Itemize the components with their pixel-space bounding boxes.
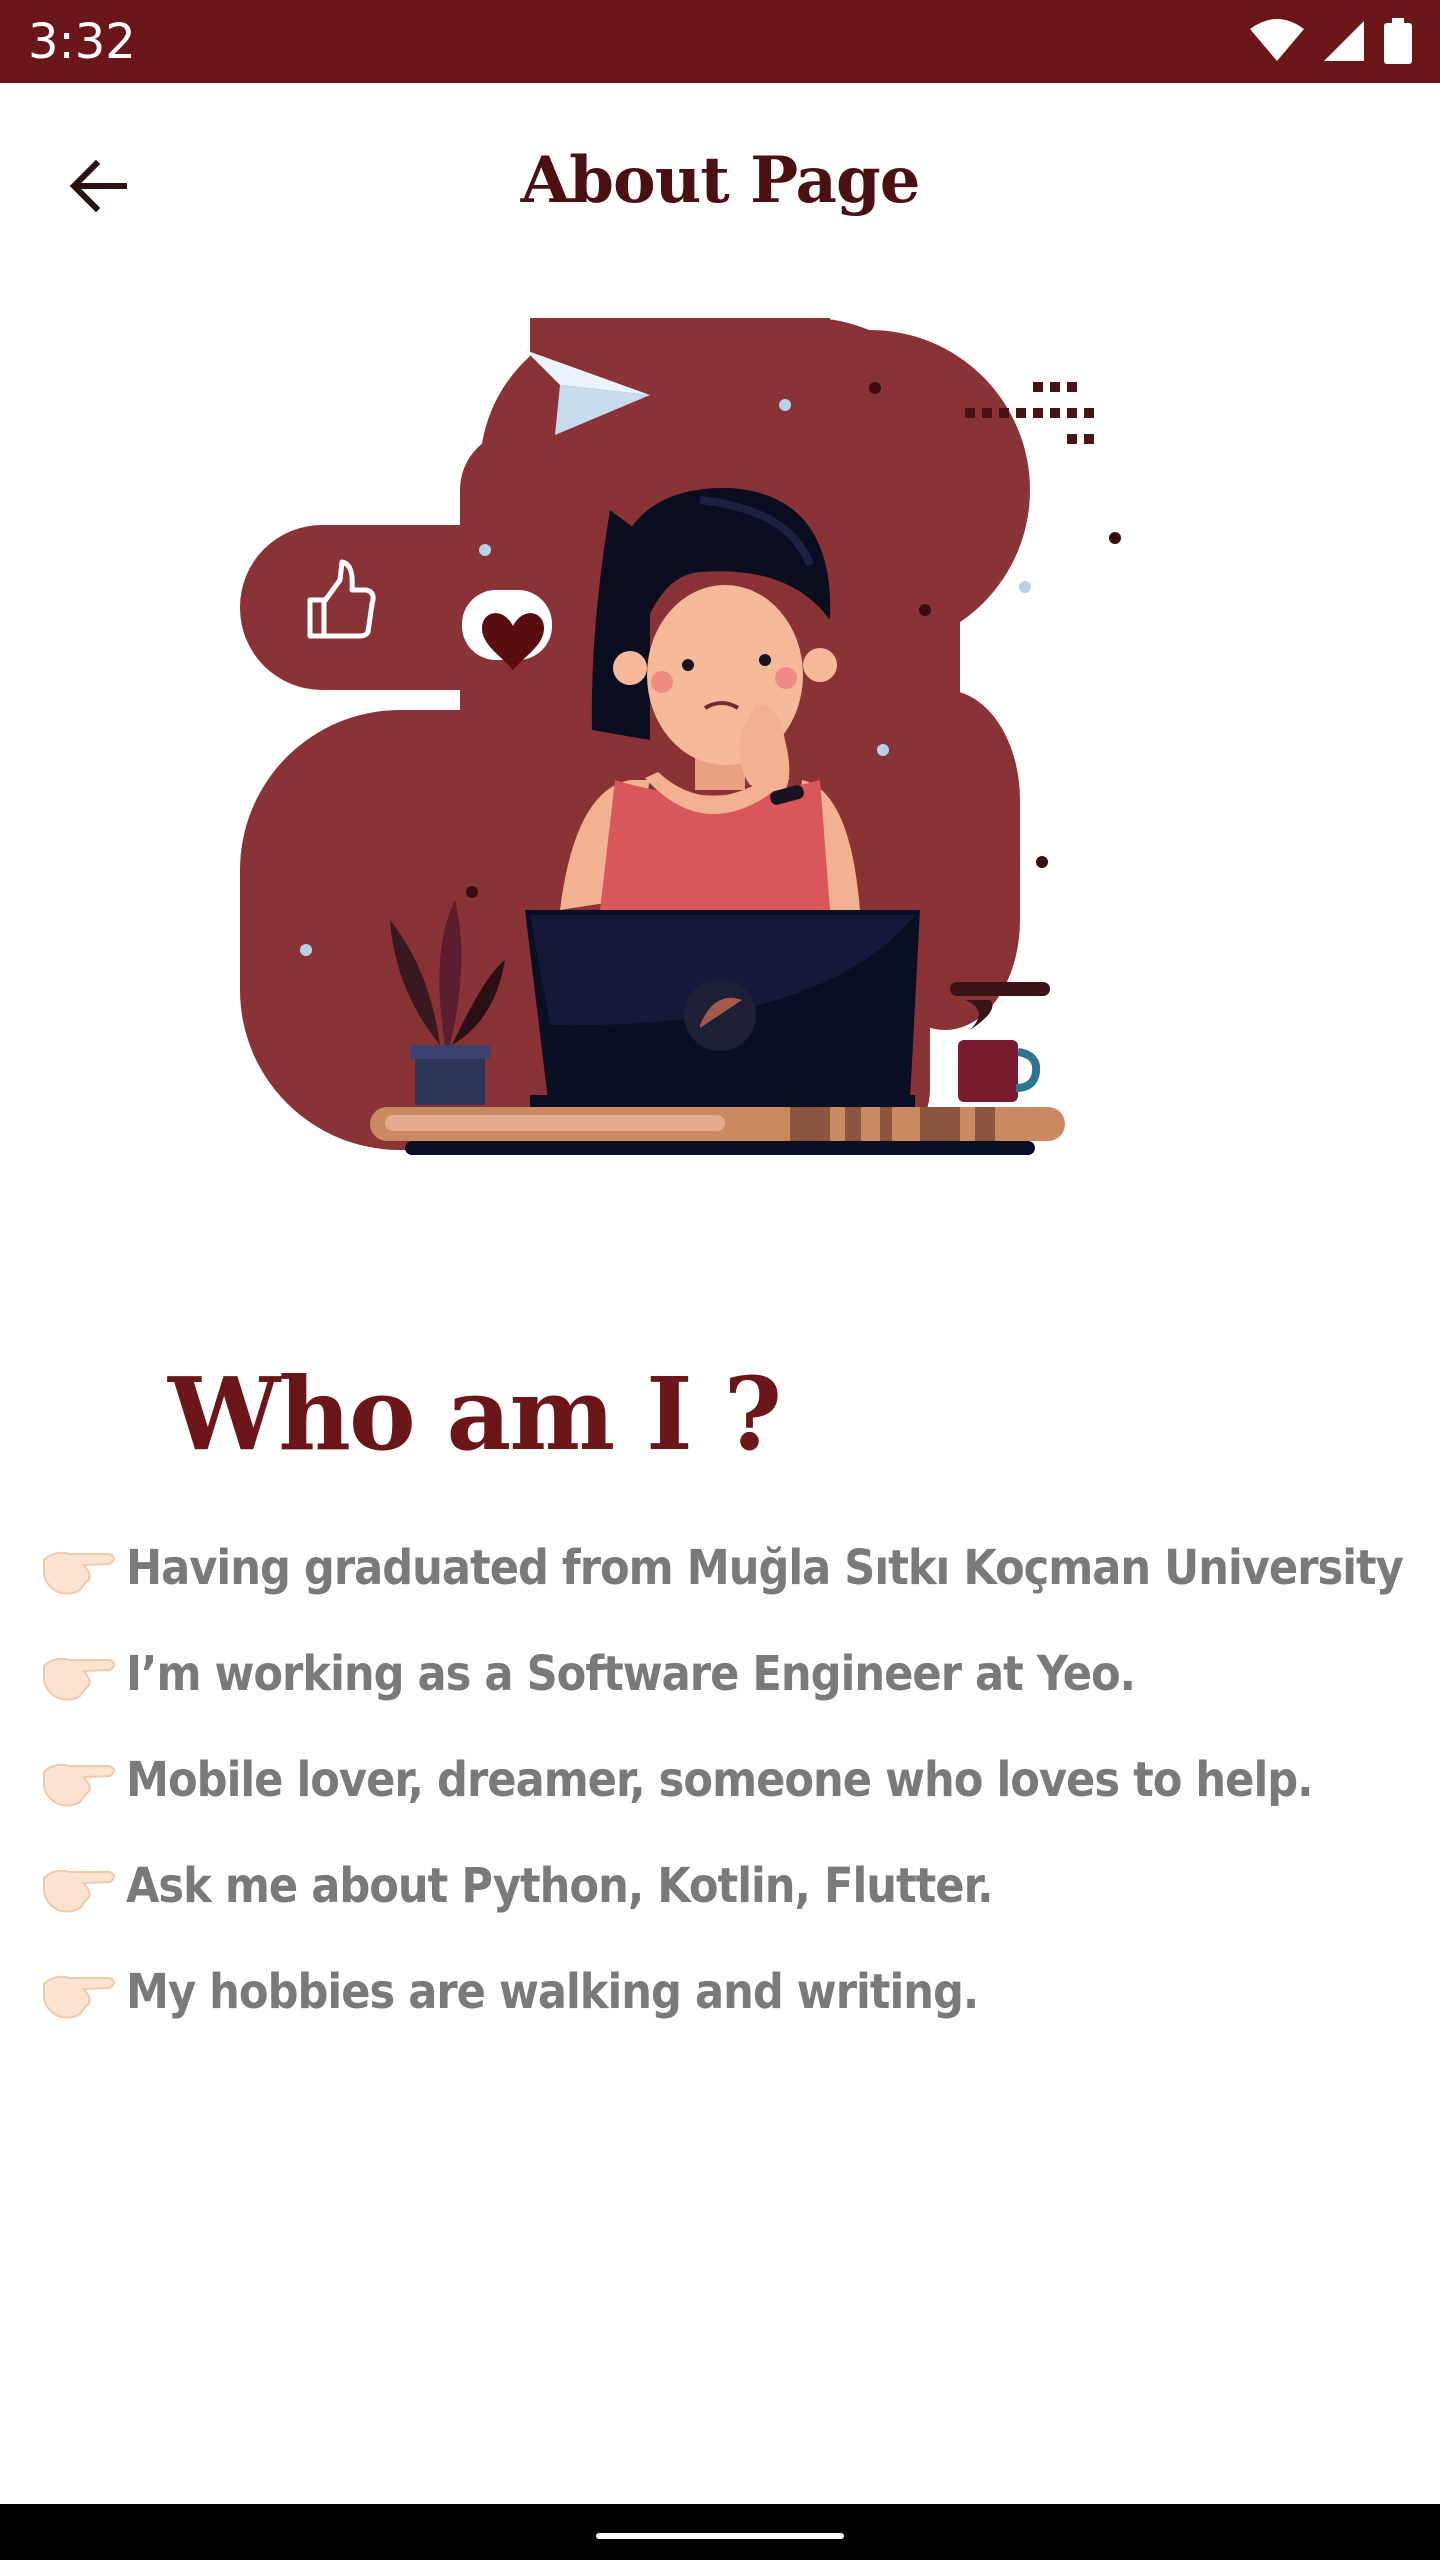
status-icons	[1250, 16, 1412, 66]
list-item: I’m working as a Software Engineer at Ye…	[40, 1621, 1420, 1727]
pointing-hand-icon	[43, 1551, 115, 1595]
pointing-hand-icon	[43, 1869, 115, 1913]
illustration	[240, 318, 1210, 1170]
fact-text: Mobile lover, dreamer, someone who loves…	[126, 1752, 1314, 1808]
list-item: Having graduated from Muğla Sıtkı Koçman…	[40, 1515, 1420, 1621]
pointing-hand-icon	[43, 1975, 115, 2019]
desk	[370, 1107, 1065, 1155]
system-navigation-bar	[0, 2504, 1440, 2560]
battery-icon	[1384, 18, 1412, 64]
cellular-signal-icon	[1324, 21, 1364, 61]
wifi-icon	[1250, 19, 1304, 61]
fact-text: Having graduated from Muğla Sıtkı Koçman…	[126, 1540, 1404, 1596]
home-gesture-handle[interactable]	[596, 2533, 844, 2539]
fact-text: My hobbies are walking and writing.	[126, 1964, 979, 2020]
laptop-icon	[525, 910, 920, 1107]
list-item: Mobile lover, dreamer, someone who loves…	[40, 1727, 1420, 1833]
page-title: About Page	[520, 143, 921, 218]
app-bar: About Page	[0, 83, 1440, 283]
list-item: Ask me about Python, Kotlin, Flutter.	[40, 1833, 1420, 1939]
list-item: My hobbies are walking and writing.	[40, 1939, 1420, 2045]
fact-text: Ask me about Python, Kotlin, Flutter.	[126, 1858, 993, 1914]
coffee-cup-icon	[950, 982, 1050, 1102]
fact-text: I’m working as a Software Engineer at Ye…	[126, 1646, 1136, 1702]
status-bar: 3:32	[0, 0, 1440, 83]
facts-list: Having graduated from Muğla Sıtkı Koçman…	[40, 1515, 1420, 2045]
about-heading: Who am I ?	[168, 1355, 782, 1473]
pointing-hand-icon	[43, 1763, 115, 1807]
status-time: 3:32	[28, 14, 136, 70]
pointing-hand-icon	[43, 1657, 115, 1701]
